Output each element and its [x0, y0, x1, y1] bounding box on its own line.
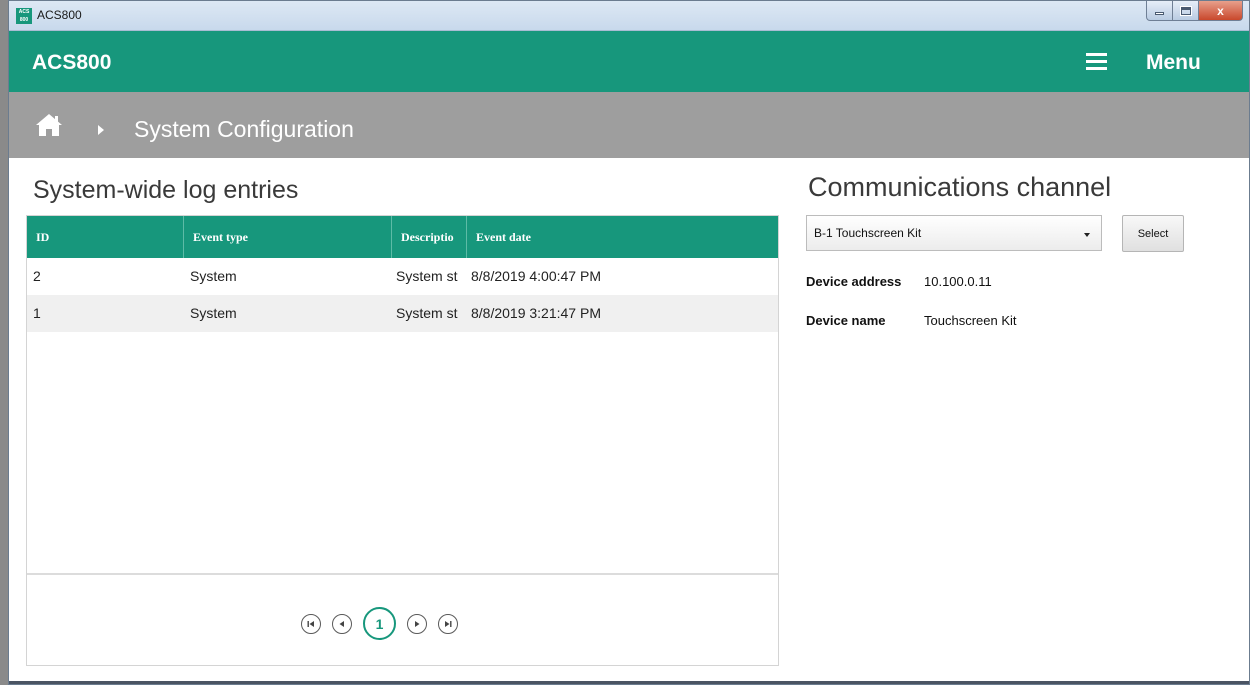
window-title: ACS800 — [37, 8, 82, 22]
maximize-button[interactable] — [1173, 1, 1199, 21]
app-name: ACS800 — [32, 51, 112, 74]
cell-event-date: 8/8/2019 3:21:47 PM — [471, 305, 601, 321]
table-row[interactable]: 1 System System st 8/8/2019 3:21:47 PM — [27, 295, 778, 332]
column-header-id[interactable]: ID — [27, 216, 184, 258]
cell-description: System st — [396, 268, 458, 284]
cell-event-type: System — [190, 268, 237, 284]
home-icon[interactable] — [35, 113, 63, 137]
channel-select-value: B-1 Touchscreen Kit — [814, 226, 922, 240]
cell-description: System st — [396, 305, 458, 321]
next-page-button[interactable] — [407, 613, 427, 634]
table-row[interactable]: 2 System System st 8/8/2019 4:00:47 PM — [27, 258, 778, 295]
column-header-description[interactable]: Descriptio — [392, 216, 467, 258]
cell-id: 2 — [33, 268, 41, 284]
page-number-button[interactable]: 1 — [363, 607, 396, 640]
minimize-button[interactable] — [1146, 1, 1173, 21]
cell-event-date: 8/8/2019 4:00:47 PM — [471, 268, 601, 284]
last-page-icon — [445, 620, 452, 627]
chevron-right-icon — [98, 125, 104, 135]
menu-button[interactable]: Menu — [1146, 51, 1201, 75]
close-icon: x — [1217, 3, 1224, 18]
cell-event-type: System — [190, 305, 237, 321]
app-icon: ACS 800 — [16, 8, 32, 24]
log-grid: ID Event type Descriptio Event date 2 Sy… — [26, 215, 779, 666]
pager: 1 — [27, 573, 778, 665]
previous-page-icon — [339, 620, 344, 627]
device-name-value: Touchscreen Kit — [924, 313, 1017, 328]
select-button[interactable]: Select — [1122, 215, 1184, 252]
breadcrumb-current: System Configuration — [134, 116, 354, 142]
device-address-value: 10.100.0.11 — [924, 274, 992, 289]
close-button[interactable]: x — [1199, 1, 1243, 21]
column-header-event-date[interactable]: Event date — [467, 216, 779, 258]
device-address-label: Device address — [806, 274, 902, 289]
first-page-icon — [307, 620, 314, 627]
first-page-button[interactable] — [301, 613, 321, 634]
column-header-event-type[interactable]: Event type — [184, 216, 392, 258]
window-controls: x — [1146, 1, 1243, 21]
cell-id: 1 — [33, 305, 41, 321]
log-section-title: System-wide log entries — [33, 176, 299, 204]
last-page-button[interactable] — [438, 613, 458, 634]
grid-header: ID Event type Descriptio Event date — [27, 216, 778, 258]
previous-page-button[interactable] — [332, 613, 352, 634]
channel-select[interactable]: B-1 Touchscreen Kit — [806, 215, 1102, 251]
window-title-bar[interactable]: ACS 800 ACS800 x — [9, 1, 1249, 31]
chevron-down-icon — [1084, 233, 1090, 237]
window-border — [9, 681, 1249, 684]
app-window: ACS 800 ACS800 x ACS800 Menu System Conf… — [8, 0, 1250, 685]
maximize-icon — [1179, 5, 1192, 16]
app-header: ACS800 Menu — [9, 31, 1249, 92]
breadcrumb: System Configuration — [9, 92, 1249, 158]
device-name-label: Device name — [806, 313, 886, 328]
next-page-icon — [415, 620, 420, 627]
comm-section-title: Communications channel — [808, 172, 1112, 202]
hamburger-icon[interactable] — [1086, 53, 1107, 70]
minimize-icon — [1155, 12, 1164, 15]
